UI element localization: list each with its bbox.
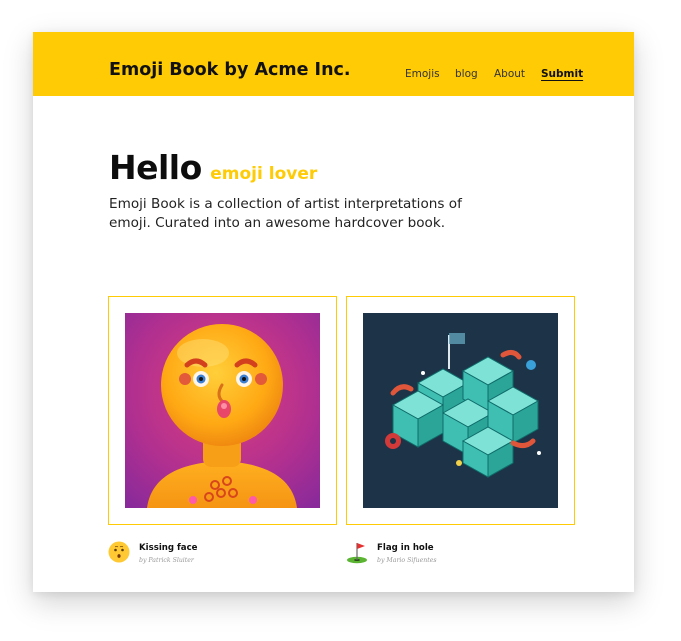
page-card: Emoji Book by Acme Inc. Emojis blog Abou…	[33, 32, 634, 592]
gallery-item-title: Flag in hole	[377, 543, 434, 553]
hero-heading: Hello	[109, 148, 202, 187]
nav-blog-link[interactable]: blog	[455, 68, 478, 80]
hero-subheading: emoji lover	[210, 164, 318, 184]
hero-heading-row: Hello emoji lover	[109, 148, 317, 187]
nav-about-link[interactable]: About	[494, 68, 525, 80]
gallery-item-title: Kissing face	[139, 543, 198, 553]
nav-submit-link[interactable]: Submit	[541, 68, 583, 80]
emoji-tile-kissing-face[interactable]	[108, 296, 337, 525]
site-header: Emoji Book by Acme Inc. Emojis blog Abou…	[33, 32, 634, 96]
site-title[interactable]: Emoji Book by Acme Inc.	[109, 60, 351, 80]
hero-description: Emoji Book is a collection of artist int…	[109, 196, 462, 231]
flag-in-hole-artwork	[363, 313, 558, 508]
gallery-item-author: by Patrick Sluiter	[139, 557, 194, 564]
emoji-tile-flag-in-hole[interactable]	[346, 296, 575, 525]
gallery-item-author: by Mario Sifuentes	[377, 557, 437, 564]
kissing-face-icon	[108, 541, 130, 563]
flag-in-hole-icon	[347, 543, 367, 564]
kissing-face-artwork	[125, 313, 320, 508]
nav-emojis-link[interactable]: Emojis	[405, 68, 440, 80]
